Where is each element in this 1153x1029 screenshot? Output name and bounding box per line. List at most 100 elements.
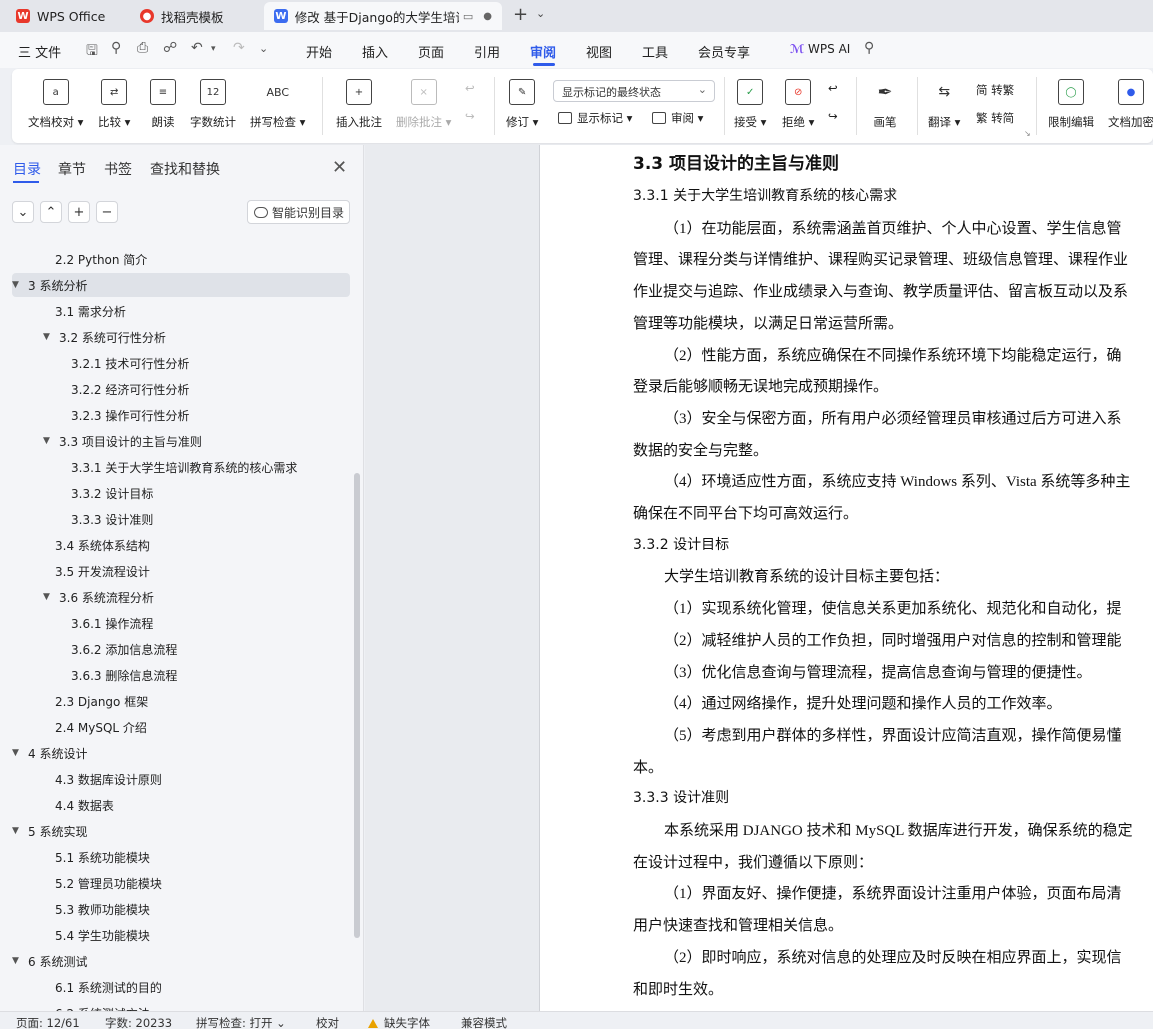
redo-icon[interactable]: ↷ xyxy=(233,40,245,56)
spell-check-status[interactable]: 拼写检查: 打开 ⌄ xyxy=(196,1015,286,1029)
panel-tab-bookmarks[interactable]: 书签 xyxy=(104,159,132,179)
print-icon[interactable]: ⎙ xyxy=(137,40,148,56)
toc-item[interactable]: ▼ 3.2 系统可行性分析 xyxy=(12,325,350,349)
menu-tools[interactable]: 工具 xyxy=(642,42,668,61)
close-icon[interactable]: ✕ xyxy=(332,157,347,178)
tab-current-document[interactable]: W 修改 基于Django的大学生培训 ▭ ● xyxy=(264,2,502,30)
toc-item[interactable]: 3.6.2 添加信息流程 xyxy=(12,637,350,661)
next-revision-icon[interactable]: ↪ xyxy=(828,109,838,123)
tab-list-chevron-icon[interactable]: ⌄ xyxy=(536,7,545,20)
toc-item[interactable]: ▼ 3.3 项目设计的主旨与准则 xyxy=(12,429,350,453)
tab-wps-office[interactable]: W WPS Office xyxy=(6,2,124,30)
toc-item[interactable]: ▼ 6 系统测试 xyxy=(12,949,350,973)
prev-comment-icon[interactable]: ↩ xyxy=(465,81,475,95)
read-aloud-button[interactable]: ≡ 朗读 xyxy=(150,79,176,130)
menu-insert[interactable]: 插入 xyxy=(362,42,388,61)
word-count-button[interactable]: 12 字数统计 xyxy=(190,79,236,130)
proofread-status[interactable]: 校对 xyxy=(316,1015,339,1029)
toc-item[interactable]: 5.3 教师功能模块 xyxy=(12,897,350,921)
toc-item[interactable]: 5.2 管理员功能模块 xyxy=(12,871,350,895)
toc-item[interactable]: 3.5 开发流程设计 xyxy=(12,559,350,583)
prev-revision-icon[interactable]: ↩ xyxy=(828,81,838,95)
pen-button[interactable]: ✒ 画笔 xyxy=(872,79,898,130)
translate-button[interactable]: ⇆ 翻译 ▾ xyxy=(928,79,960,130)
undo-dropdown-icon[interactable]: ▾ xyxy=(211,44,216,54)
add-heading-button[interactable]: + xyxy=(68,201,90,223)
caret-down-icon[interactable]: ▼ xyxy=(12,826,24,836)
review-pane-button[interactable]: 审阅 ▾ xyxy=(652,110,703,126)
to-traditional-button[interactable]: 简 转繁 xyxy=(976,82,1014,98)
panel-tab-sections[interactable]: 章节 xyxy=(58,159,86,179)
wps-ai-button[interactable]: ℳ WPS AI xyxy=(790,42,850,56)
unsaved-dot-icon[interactable]: ● xyxy=(483,11,492,22)
toc-item[interactable]: 3.3.2 设计目标 xyxy=(12,481,350,505)
revise-button[interactable]: ✎ 修订 ▾ xyxy=(506,79,538,130)
missing-font-status[interactable]: 缺失字体 xyxy=(368,1015,430,1029)
menu-review[interactable]: 审阅 xyxy=(530,42,556,61)
menu-member[interactable]: 会员专享 xyxy=(698,42,750,61)
toc-item[interactable]: 3.2.1 技术可行性分析 xyxy=(12,351,350,375)
toc-item[interactable]: 6.2 系统测试方法 xyxy=(12,1001,350,1012)
tab-docer-templates[interactable]: ● 找稻壳模板 xyxy=(130,2,258,30)
toc-item[interactable]: ▼ 4 系统设计 xyxy=(12,741,350,765)
toc-item[interactable]: 3.4 系统体系结构 xyxy=(12,533,350,557)
reject-button[interactable]: ⊘ 拒绝 ▾ xyxy=(782,79,814,130)
toc-item[interactable]: 4.4 数据表 xyxy=(12,793,350,817)
new-tab-plus-icon[interactable]: + xyxy=(513,4,528,25)
doc-check-button[interactable]: a 文档校对 ▾ xyxy=(28,79,83,130)
undo-icon[interactable]: ↶ xyxy=(191,40,203,56)
remove-heading-button[interactable]: − xyxy=(96,201,118,223)
menu-start[interactable]: 开始 xyxy=(306,42,332,61)
save-icon[interactable]: 🖫 xyxy=(86,40,98,64)
caret-down-icon[interactable]: ▼ xyxy=(12,280,24,290)
panel-tab-find-replace[interactable]: 查找和替换 xyxy=(150,159,220,179)
caret-down-icon[interactable]: ▼ xyxy=(43,332,55,342)
accept-button[interactable]: ✓ 接受 ▾ xyxy=(734,79,766,130)
toc-item[interactable]: 3.6.1 操作流程 xyxy=(12,611,350,635)
search-icon[interactable]: ⚲ xyxy=(864,40,874,56)
toc-item[interactable]: ▼ 3.6 系统流程分析 xyxy=(12,585,350,609)
word-count-status[interactable]: 字数: 20233 xyxy=(105,1015,172,1029)
spell-check-button[interactable]: ABC 拼写检查 ▾ xyxy=(250,79,305,130)
toc-item[interactable]: 4.3 数据库设计原则 xyxy=(12,767,350,791)
expand-up-button[interactable]: ⌃ xyxy=(40,201,62,223)
monitor-icon[interactable]: ▭ xyxy=(463,10,473,23)
collapse-all-button[interactable]: ⌄ xyxy=(12,201,34,223)
menu-references[interactable]: 引用 xyxy=(474,42,500,61)
panel-tab-toc[interactable]: 目录 xyxy=(13,159,41,179)
caret-down-icon[interactable]: ▼ xyxy=(12,748,24,758)
toc-scrollbar[interactable] xyxy=(354,473,360,938)
toc-item[interactable]: 3.2.2 经济可行性分析 xyxy=(12,377,350,401)
toc-item[interactable]: ▼ 3 系统分析 xyxy=(12,273,350,297)
restrict-edit-button[interactable]: ◯ 限制编辑 xyxy=(1048,79,1094,130)
delete-comment-button[interactable]: × 删除批注 ▾ xyxy=(396,79,451,130)
smart-toc-button[interactable]: 智能识别目录 xyxy=(247,200,350,224)
caret-down-icon[interactable]: ▼ xyxy=(12,956,24,966)
output-icon[interactable]: ⚲ xyxy=(111,40,121,56)
toc-item[interactable]: 5.4 学生功能模块 xyxy=(12,923,350,947)
compare-button[interactable]: ⇄ 比较 ▾ xyxy=(98,79,130,130)
dialog-launcher-icon[interactable]: ↘ xyxy=(1024,129,1031,138)
caret-down-icon[interactable]: ▼ xyxy=(43,592,55,602)
show-markup-button[interactable]: 显示标记 ▾ xyxy=(558,110,632,126)
insert-comment-button[interactable]: + 插入批注 xyxy=(336,79,382,130)
toc-item[interactable]: ▼ 5 系统实现 xyxy=(12,819,350,843)
toc-item[interactable]: 2.3 Django 框架 xyxy=(12,689,350,713)
caret-down-icon[interactable]: ▼ xyxy=(43,436,55,446)
menu-view[interactable]: 视图 xyxy=(586,42,612,61)
toc-item[interactable]: 3.3.1 关于大学生培训教育系统的核心需求 xyxy=(12,455,350,479)
to-simplified-button[interactable]: 繁 转简 xyxy=(976,110,1014,126)
page-indicator[interactable]: 页面: 12/61 xyxy=(16,1015,80,1029)
toc-item[interactable]: 6.1 系统测试的目的 xyxy=(12,975,350,999)
toc-item[interactable]: 3.1 需求分析 xyxy=(12,299,350,323)
toc-item[interactable]: 3.2.3 操作可行性分析 xyxy=(12,403,350,427)
toc-item[interactable]: 5.1 系统功能模块 xyxy=(12,845,350,869)
toc-item[interactable]: 3.6.3 删除信息流程 xyxy=(12,663,350,687)
next-comment-icon[interactable]: ↪ xyxy=(465,109,475,123)
file-menu[interactable]: 三 文件 xyxy=(18,42,61,61)
menu-page[interactable]: 页面 xyxy=(418,42,444,61)
print-preview-icon[interactable]: ☍ xyxy=(163,40,177,56)
toc-item[interactable]: 2.2 Python 简介 xyxy=(12,247,350,271)
doc-encrypt-button[interactable]: ● 文档加密 xyxy=(1108,79,1153,130)
toc-item[interactable]: 2.4 MySQL 介绍 xyxy=(12,715,350,739)
